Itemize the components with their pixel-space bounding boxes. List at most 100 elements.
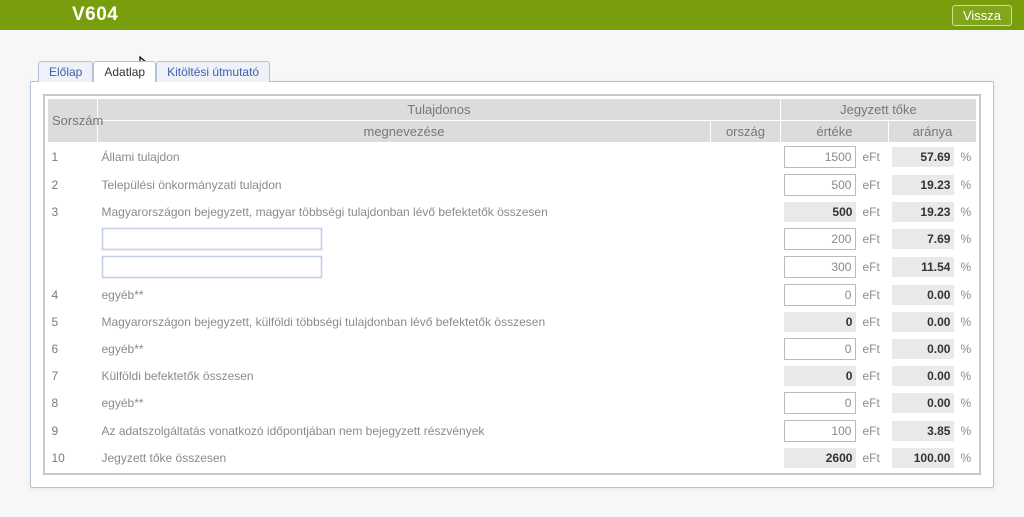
ratio-cell [888,199,958,225]
row-description-cell: Magyarországon bejegyzett, külföldi több… [98,309,781,335]
tab-bar: Előlap Adatlap Kitöltési útmutató [38,60,1014,81]
value-cell [780,445,860,471]
value-input[interactable] [784,256,856,278]
row-description-cell: Magyarországon bejegyzett, magyar többsé… [98,199,781,225]
ratio-readonly [892,448,954,468]
ratio-cell [888,363,958,389]
value-input[interactable] [784,228,856,250]
owner-name-input[interactable] [102,228,322,250]
value-input[interactable] [784,392,856,414]
unit-label: eFt [860,363,888,389]
ratio-cell [888,143,958,172]
table-row: 1Állami tulajdon eFt% [48,143,977,172]
ratio-readonly [892,285,954,305]
row-index: 6 [48,335,98,363]
ratio-cell [888,309,958,335]
value-readonly [784,312,856,332]
ratio-cell [888,335,958,363]
ownership-table: Sorszám Tulajdonos Jegyzett tőke megneve… [47,98,977,471]
percent-label: % [958,225,976,253]
back-button[interactable]: Vissza [952,5,1012,26]
percent-label: % [958,309,976,335]
row-index: 7 [48,363,98,389]
col-header-value: értéke [780,121,888,143]
value-cell [780,389,860,417]
ratio-cell [888,417,958,445]
tab-elolap[interactable]: Előlap [38,61,93,82]
ratio-cell [888,281,958,309]
unit-label: eFt [860,445,888,471]
row-description-cell [98,253,781,281]
value-readonly [784,366,856,386]
table-row: 3Magyarországon bejegyzett, magyar többs… [48,199,977,225]
unit-label: eFt [860,281,888,309]
row-index: 8 [48,389,98,417]
percent-label: % [958,143,976,172]
percent-label: % [958,417,976,445]
tab-adatlap[interactable]: Adatlap [93,61,156,82]
table-row: 7Külföldi befektetők összesen eFt% [48,363,977,389]
row-description-cell: Az adatszolgáltatás vonatkozó időpontjáb… [98,417,781,445]
table-row: eFt% [48,225,977,253]
unit-label: eFt [860,417,888,445]
row-description-cell: Jegyzett tőke összesen [98,445,781,471]
table-row: 2Települési önkormányzati tulajdoneFt% [48,171,977,199]
ratio-readonly [892,257,954,277]
value-readonly [784,448,856,468]
row-description-cell: Külföldi befektetők összesen [98,363,781,389]
col-header-name: megnevezése [98,121,711,143]
row-description-cell: Állami tulajdon [98,143,781,172]
ratio-cell [888,253,958,281]
row-description-cell: egyéb** [98,335,781,363]
row-index: 4 [48,281,98,309]
table-row: 4egyéb**eFt% [48,281,977,309]
unit-label: eFt [860,143,888,172]
header-bar: V604 Vissza [0,0,1024,30]
percent-label: % [958,199,976,225]
value-cell [780,199,860,225]
ratio-readonly [892,421,954,441]
value-cell [780,143,860,172]
value-cell [780,309,860,335]
tab-utmutato[interactable]: Kitöltési útmutató [156,61,270,82]
row-index: 3 [48,199,98,225]
percent-label: % [958,389,976,417]
value-cell [780,281,860,309]
row-index: 10 [48,445,98,471]
percent-label: % [958,253,976,281]
page-title: V604 [72,4,118,26]
ratio-readonly [892,312,954,332]
value-input[interactable] [784,338,856,360]
row-description-cell: Települési önkormányzati tulajdon [98,171,781,199]
data-frame: Sorszám Tulajdonos Jegyzett tőke megneve… [43,94,981,475]
value-input[interactable] [784,146,856,168]
table-row: 6egyéb**eFt% [48,335,977,363]
value-input[interactable] [784,284,856,306]
row-description-cell [98,225,781,253]
ratio-readonly [892,175,954,195]
unit-label: eFt [860,225,888,253]
row-index: 5 [48,309,98,335]
row-description-cell: egyéb** [98,389,781,417]
percent-label: % [958,335,976,363]
table-row: 8egyéb**eFt% [48,389,977,417]
ratio-cell [888,389,958,417]
percent-label: % [958,363,976,389]
unit-label: eFt [860,309,888,335]
row-index: 1 [48,143,98,172]
table-row: 5Magyarországon bejegyzett, külföldi töb… [48,309,977,335]
owner-name-input[interactable] [102,256,322,278]
unit-label: eFt [860,253,888,281]
ratio-readonly [892,366,954,386]
col-header-country: ország [710,121,780,143]
ratio-cell [888,171,958,199]
row-index: 2 [48,171,98,199]
value-input[interactable] [784,420,856,442]
row-index: 9 [48,417,98,445]
ratio-readonly [892,202,954,222]
value-input[interactable] [784,174,856,196]
value-cell [780,363,860,389]
value-cell [780,253,860,281]
row-description-cell: egyéb** [98,281,781,309]
value-cell [780,225,860,253]
